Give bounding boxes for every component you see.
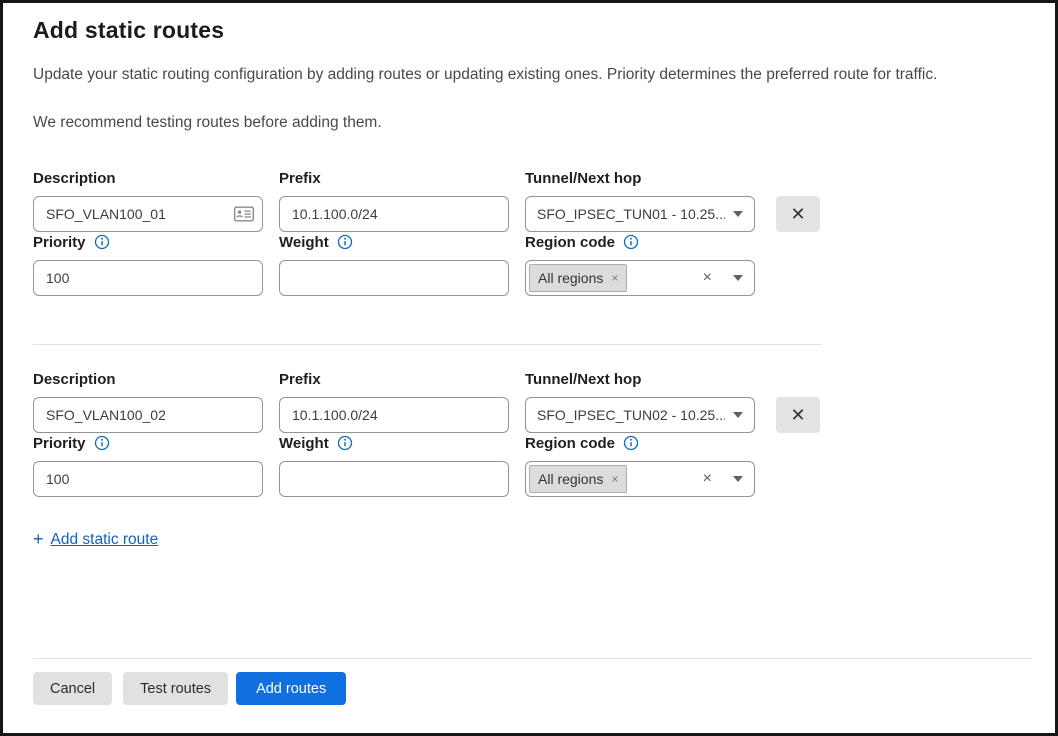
chevron-down-icon	[733, 211, 743, 217]
region-tag: All regions ×	[529, 264, 627, 292]
region-code-label: Region code	[525, 435, 615, 452]
prefix-input[interactable]	[279, 196, 509, 232]
region-code-label: Region code	[525, 234, 615, 251]
chevron-down-icon	[733, 412, 743, 418]
region-code-select[interactable]: All regions × ×	[525, 260, 755, 296]
plus-icon: +	[33, 529, 44, 550]
dialog-footer: Cancel Test routes Add routes	[3, 658, 1055, 733]
prefix-label: Prefix	[279, 369, 509, 389]
test-routes-button[interactable]: Test routes	[123, 672, 228, 705]
weight-info-icon[interactable]	[337, 435, 353, 451]
weight-input[interactable]	[279, 461, 509, 497]
tunnel-label: Tunnel/Next hop	[525, 168, 755, 188]
chevron-down-icon	[733, 275, 743, 281]
add-static-routes-dialog: Add static routes Update your static rou…	[0, 0, 1058, 736]
weight-label: Weight	[279, 435, 329, 452]
intro-text: Update your static routing configuration…	[33, 65, 1025, 85]
region-code-select[interactable]: All regions × ×	[525, 461, 755, 497]
close-icon: ✕	[790, 204, 805, 225]
region-tag-remove-icon[interactable]: ×	[611, 271, 618, 285]
tunnel-label: Tunnel/Next hop	[525, 369, 755, 389]
page-title: Add static routes	[33, 17, 1025, 44]
cancel-button[interactable]: Cancel	[33, 672, 112, 705]
prefix-input[interactable]	[279, 397, 509, 433]
region-info-icon[interactable]	[623, 435, 639, 451]
route-entries-divider	[33, 344, 821, 345]
priority-label: Priority	[33, 435, 86, 452]
add-routes-button[interactable]: Add routes	[236, 672, 346, 705]
priority-input[interactable]	[33, 260, 263, 296]
clear-selection-icon[interactable]: ×	[703, 270, 712, 286]
route-entry-1: Description	[33, 168, 821, 296]
region-tag: All regions ×	[529, 465, 627, 493]
tunnel-selected-value: SFO_IPSEC_TUN01 - 10.25...	[537, 206, 725, 222]
tunnel-select[interactable]: SFO_IPSEC_TUN02 - 10.25...	[525, 397, 755, 433]
region-info-icon[interactable]	[623, 234, 639, 250]
tunnel-select[interactable]: SFO_IPSEC_TUN01 - 10.25...	[525, 196, 755, 232]
weight-info-icon[interactable]	[337, 234, 353, 250]
priority-info-icon[interactable]	[94, 234, 110, 250]
chevron-down-icon	[733, 476, 743, 482]
remove-route-button[interactable]: ✕	[776, 397, 820, 433]
add-static-route-label: Add static route	[51, 531, 159, 549]
route-entry-2: Description Prefix Tunnel/Next hop SFO_I…	[33, 369, 821, 497]
tunnel-selected-value: SFO_IPSEC_TUN02 - 10.25...	[537, 407, 725, 423]
weight-label: Weight	[279, 234, 329, 251]
description-input[interactable]	[33, 196, 263, 232]
prefix-label: Prefix	[279, 168, 509, 188]
description-input[interactable]	[33, 397, 263, 433]
clear-selection-icon[interactable]: ×	[703, 471, 712, 487]
region-tag-remove-icon[interactable]: ×	[611, 472, 618, 486]
priority-info-icon[interactable]	[94, 435, 110, 451]
region-tag-label: All regions	[538, 471, 603, 487]
contact-card-icon	[234, 207, 254, 222]
priority-label: Priority	[33, 234, 86, 251]
note-text: We recommend testing routes before addin…	[33, 114, 1025, 132]
remove-route-button[interactable]: ✕	[776, 196, 820, 232]
description-label: Description	[33, 369, 263, 389]
priority-input[interactable]	[33, 461, 263, 497]
description-label: Description	[33, 168, 263, 188]
weight-input[interactable]	[279, 260, 509, 296]
close-icon: ✕	[790, 405, 805, 426]
add-static-route-link[interactable]: + Add static route	[33, 529, 158, 550]
region-tag-label: All regions	[538, 270, 603, 286]
